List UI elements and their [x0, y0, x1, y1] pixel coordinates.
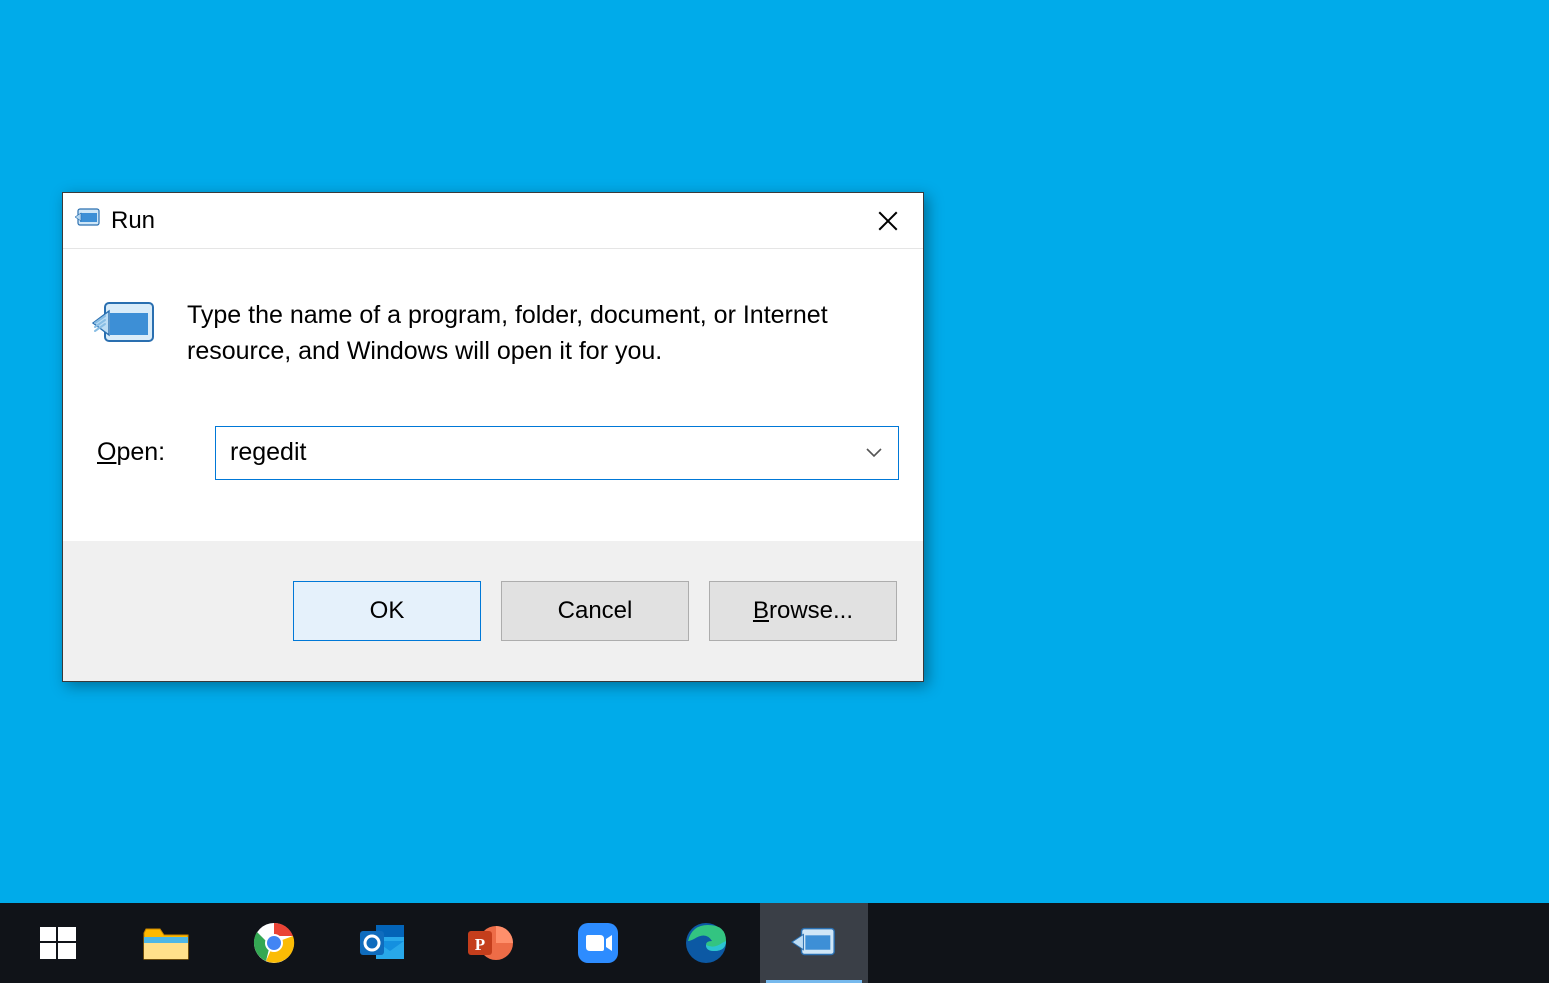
powerpoint-icon: P	[466, 919, 514, 967]
taskbar-item-edge[interactable]	[652, 903, 760, 983]
browse-button[interactable]: Browse...	[709, 581, 897, 641]
run-dialog: Run Type the name of a program, folder, …	[62, 192, 924, 682]
ok-button[interactable]: OK	[293, 581, 481, 641]
outlook-icon	[358, 919, 406, 967]
cancel-button[interactable]: Cancel	[501, 581, 689, 641]
taskbar-item-outlook[interactable]	[328, 903, 436, 983]
svg-text:P: P	[475, 935, 485, 954]
edge-icon	[682, 919, 730, 967]
close-icon	[878, 211, 898, 231]
start-button[interactable]	[4, 903, 112, 983]
open-label: Open:	[97, 438, 187, 467]
file-explorer-icon	[142, 919, 190, 967]
taskbar-item-chrome[interactable]	[220, 903, 328, 983]
info-row: Type the name of a program, folder, docu…	[87, 297, 899, 370]
run-dialog-icon	[87, 297, 163, 353]
button-bar: OK Cancel Browse...	[63, 541, 923, 681]
dialog-description: Type the name of a program, folder, docu…	[187, 297, 899, 370]
dialog-body: Type the name of a program, folder, docu…	[63, 249, 923, 541]
run-taskbar-icon	[790, 919, 838, 967]
taskbar-item-run[interactable]	[760, 903, 868, 983]
taskbar-item-powerpoint[interactable]: P	[436, 903, 544, 983]
chevron-down-icon[interactable]	[861, 448, 886, 458]
open-combobox[interactable]	[215, 426, 899, 480]
close-button[interactable]	[853, 193, 923, 249]
zoom-icon	[574, 919, 622, 967]
taskbar-item-zoom[interactable]	[544, 903, 652, 983]
open-input[interactable]	[228, 437, 861, 468]
windows-logo-icon	[34, 919, 82, 967]
dialog-title: Run	[111, 207, 155, 235]
open-row: Open:	[87, 426, 899, 480]
taskbar: P	[0, 903, 1549, 983]
chrome-icon	[250, 919, 298, 967]
taskbar-item-file-explorer[interactable]	[112, 903, 220, 983]
run-titlebar-icon	[75, 207, 101, 234]
titlebar[interactable]: Run	[63, 193, 923, 249]
